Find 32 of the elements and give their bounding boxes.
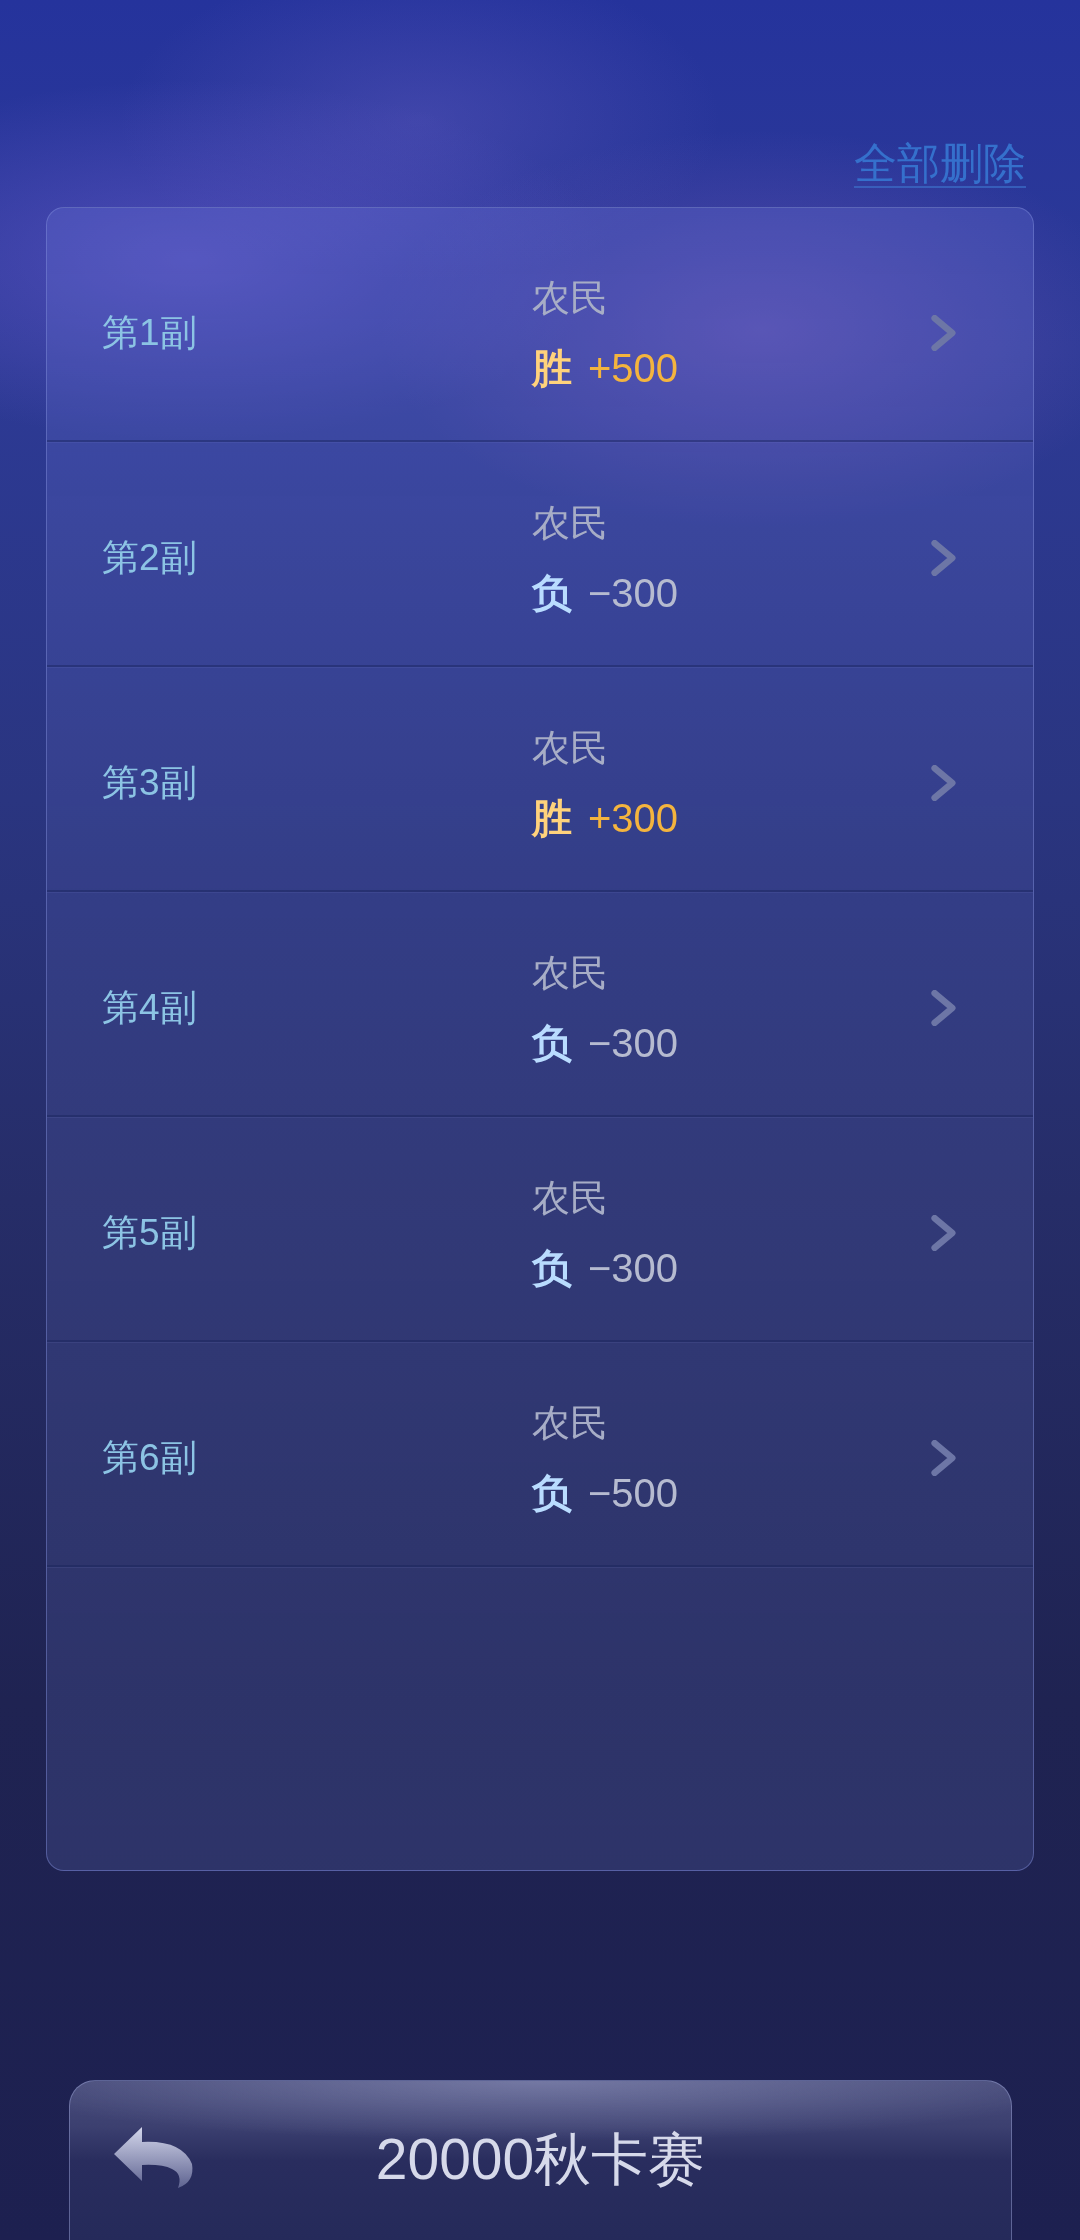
score-text: −500 — [588, 1469, 679, 1517]
result-label: 负 — [532, 1244, 572, 1292]
result-label: 负 — [532, 1469, 572, 1517]
chevron-right-icon — [930, 1214, 956, 1251]
role-text: 农民 — [532, 725, 608, 771]
chevron-right-icon — [930, 1439, 956, 1476]
role-text: 农民 — [532, 275, 608, 321]
game-label: 第2副 — [102, 535, 197, 580]
score-text: +500 — [588, 344, 679, 392]
screen-title: 20000秋卡赛 — [375, 2126, 706, 2193]
game-label: 第5副 — [102, 1210, 197, 1255]
role-text: 农民 — [532, 500, 608, 546]
result-label: 胜 — [532, 344, 572, 392]
role-text: 农民 — [532, 1175, 608, 1221]
game-label: 第6副 — [102, 1435, 197, 1480]
result-label: 负 — [532, 569, 572, 617]
game-label: 第1副 — [102, 310, 197, 355]
score-text: −300 — [588, 1244, 679, 1292]
game-label: 第3副 — [102, 760, 197, 805]
score-text: −300 — [588, 1019, 679, 1067]
score-text: +300 — [588, 794, 679, 842]
result-label: 负 — [532, 1019, 572, 1067]
chevron-right-icon — [930, 989, 956, 1026]
result-label: 胜 — [532, 794, 572, 842]
game-label: 第4副 — [102, 985, 197, 1030]
chevron-right-icon — [930, 764, 956, 801]
role-text: 农民 — [532, 950, 608, 996]
chevron-right-icon — [930, 539, 956, 576]
score-text: −300 — [588, 569, 679, 617]
chevron-right-icon — [930, 314, 956, 351]
role-text: 农民 — [532, 1400, 608, 1446]
delete-all-link[interactable]: 全部删除 — [854, 140, 1026, 188]
